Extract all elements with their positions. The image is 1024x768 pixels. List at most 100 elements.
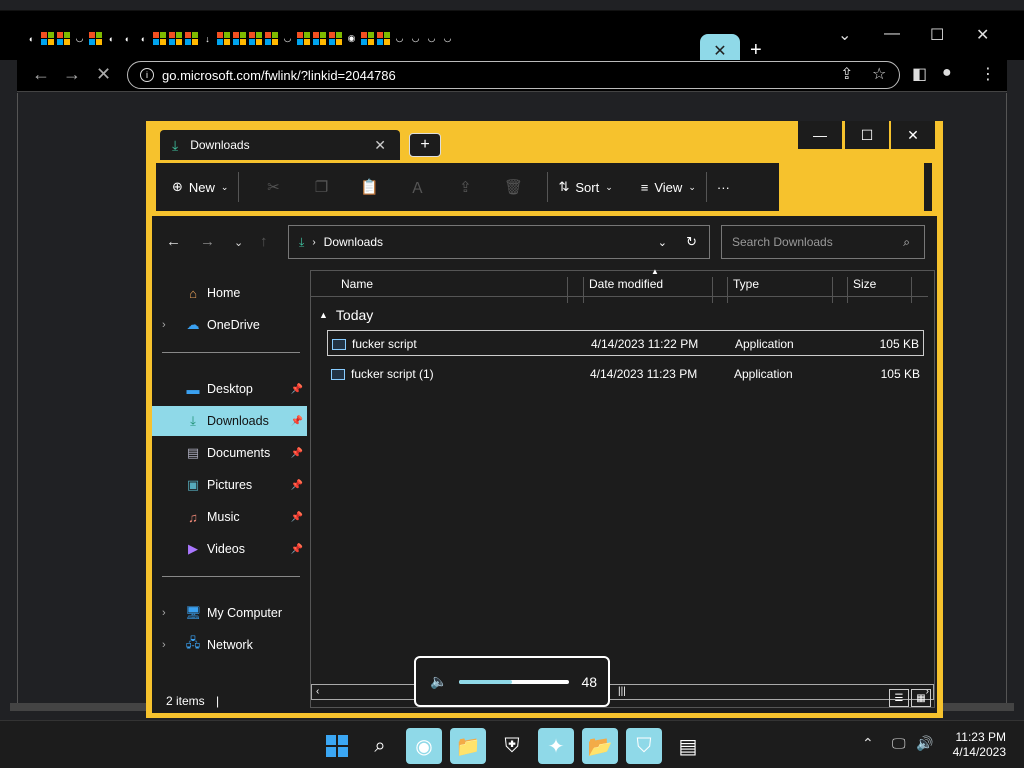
- file-row[interactable]: fucker script (1) 4/14/2023 11:23 PM App…: [327, 361, 924, 387]
- more-options-button[interactable]: ···: [717, 180, 730, 195]
- nav-item-onedrive[interactable]: › ☁ OneDrive: [152, 310, 307, 340]
- expand-chevron-icon[interactable]: ›: [162, 639, 166, 651]
- tab-favicon[interactable]: [56, 31, 71, 46]
- tab-search-icon[interactable]: ⌄: [838, 25, 851, 45]
- rename-icon[interactable]: Ａ: [393, 177, 441, 198]
- refresh-icon[interactable]: ↻: [686, 234, 697, 250]
- chrome-icon[interactable]: ◉: [406, 728, 442, 764]
- back-icon[interactable]: ←: [32, 64, 50, 85]
- view-button[interactable]: ≡ View ⌄: [641, 180, 696, 195]
- cut-icon[interactable]: ✂: [249, 178, 297, 196]
- tab-favicon[interactable]: [312, 31, 327, 46]
- recent-locations-icon[interactable]: ⌄: [234, 236, 243, 249]
- tab-favicon[interactable]: [248, 31, 263, 46]
- tab-favicon[interactable]: [152, 31, 167, 46]
- column-separator[interactable]: [911, 277, 912, 303]
- nav-item-downloads[interactable]: ⤓ Downloads 📌: [152, 406, 307, 436]
- tab-close-icon[interactable]: ✕: [713, 41, 726, 61]
- clock[interactable]: 11:23 PM 4/14/2023: [953, 730, 1006, 760]
- tab-favicon[interactable]: [264, 31, 279, 46]
- nav-item-videos[interactable]: ▶ Videos 📌: [152, 534, 307, 564]
- share-icon[interactable]: ⇪: [441, 178, 489, 196]
- tab-favicon[interactable]: ◐: [104, 31, 119, 46]
- up-icon[interactable]: ↑: [260, 233, 268, 250]
- tab-favicon[interactable]: ↓: [200, 31, 215, 46]
- shield-app-icon[interactable]: ⛉: [626, 728, 662, 764]
- column-header-name[interactable]: Name: [341, 277, 373, 291]
- tab-favicon[interactable]: [328, 31, 343, 46]
- bookmark-star-icon[interactable]: ☆: [872, 64, 886, 84]
- settings-app-icon[interactable]: ✦: [538, 728, 574, 764]
- close-button[interactable]: ✕: [891, 121, 935, 149]
- volume-slider[interactable]: [459, 679, 570, 684]
- search-icon[interactable]: ⌕: [362, 728, 398, 764]
- column-separator[interactable]: [567, 277, 568, 303]
- address-box[interactable]: ⤓ › Downloads ⌄ ↻: [288, 225, 710, 259]
- column-header-size[interactable]: Size: [853, 277, 876, 291]
- horizontal-scrollbar[interactable]: ‹ ||| ›: [311, 684, 934, 700]
- profile-avatar-icon[interactable]: ●: [942, 64, 952, 82]
- tab-close-icon[interactable]: ✕: [374, 137, 386, 154]
- tab-favicon[interactable]: ◉: [344, 31, 359, 46]
- nav-item-my-computer[interactable]: › 🖥 My Computer: [152, 598, 307, 628]
- new-tab-button[interactable]: +: [409, 133, 441, 157]
- side-panel-icon[interactable]: ◧: [912, 64, 927, 84]
- tab-favicon[interactable]: ◐: [136, 31, 151, 46]
- tab-favicon[interactable]: [40, 31, 55, 46]
- tab-favicon[interactable]: ◡: [408, 31, 423, 46]
- column-separator[interactable]: [727, 277, 728, 303]
- delete-icon[interactable]: 🗑: [489, 178, 537, 196]
- nav-item-music[interactable]: ♫ Music 📌: [152, 502, 307, 532]
- search-input[interactable]: Search Downloads ⌕: [721, 225, 925, 259]
- tab-favicon[interactable]: [184, 31, 199, 46]
- paste-icon[interactable]: 📋: [345, 178, 393, 196]
- tab-favicon[interactable]: ◐: [120, 31, 135, 46]
- tab-favicon[interactable]: [232, 31, 247, 46]
- share-icon[interactable]: ⇪: [840, 64, 853, 84]
- tiles-view-icon[interactable]: ▦: [911, 689, 931, 707]
- nav-item-home[interactable]: ⌂ Home: [152, 278, 307, 308]
- column-header-type[interactable]: Type: [733, 277, 759, 291]
- nav-item-network[interactable]: › 🖧 Network: [152, 630, 307, 660]
- tab-favicon[interactable]: [168, 31, 183, 46]
- tab-favicon[interactable]: ◡: [280, 31, 295, 46]
- copy-icon[interactable]: ❐: [297, 178, 345, 196]
- file-explorer-icon[interactable]: 📁: [450, 728, 486, 764]
- new-button[interactable]: ⊕ New ⌄: [172, 179, 228, 195]
- scroll-left-icon[interactable]: ‹: [316, 686, 319, 697]
- forward-icon[interactable]: →: [63, 64, 81, 85]
- tab-favicon[interactable]: ◡: [72, 31, 87, 46]
- tab-favicon[interactable]: ◡: [424, 31, 439, 46]
- stop-icon[interactable]: ✕: [96, 64, 111, 85]
- column-separator[interactable]: [847, 277, 848, 303]
- group-header-today[interactable]: ▲ Today: [319, 307, 373, 323]
- back-icon[interactable]: ←: [166, 233, 181, 250]
- close-icon[interactable]: ✕: [976, 25, 989, 45]
- column-header-date[interactable]: Date modified: [589, 277, 663, 291]
- show-hidden-icons-icon[interactable]: ⌃: [862, 735, 874, 752]
- file-row[interactable]: fucker script 4/14/2023 11:22 PM Applica…: [327, 330, 924, 356]
- explorer-tab[interactable]: ⤓ Downloads ✕: [160, 130, 400, 160]
- address-bar[interactable]: i go.microsoft.com/fwlink/?linkid=204478…: [127, 61, 900, 89]
- tab-favicon[interactable]: [88, 31, 103, 46]
- column-separator[interactable]: [583, 277, 584, 303]
- collapse-triangle-icon[interactable]: ▲: [319, 310, 328, 320]
- folder-app-icon[interactable]: 📂: [582, 728, 618, 764]
- new-tab-button[interactable]: +: [750, 39, 762, 62]
- tab-favicon[interactable]: [296, 31, 311, 46]
- expand-chevron-icon[interactable]: ›: [162, 607, 166, 619]
- nav-item-pictures[interactable]: ▣ Pictures 📌: [152, 470, 307, 500]
- sort-button[interactable]: ⇅ Sort ⌄: [558, 179, 612, 195]
- menu-icon[interactable]: ⋮: [980, 64, 996, 84]
- nav-item-documents[interactable]: ▤ Documents 📌: [152, 438, 307, 468]
- forward-icon[interactable]: →: [200, 233, 215, 250]
- site-info-icon[interactable]: i: [140, 68, 154, 82]
- details-view-icon[interactable]: ☰: [889, 689, 909, 707]
- maximize-button[interactable]: ☐: [845, 121, 889, 149]
- minimize-button[interactable]: —: [798, 121, 842, 149]
- maximize-icon[interactable]: ☐: [930, 25, 944, 45]
- address-dropdown-icon[interactable]: ⌄: [658, 236, 667, 249]
- column-separator[interactable]: [712, 277, 713, 303]
- tab-favicon[interactable]: [360, 31, 375, 46]
- security-shield-icon[interactable]: ⛨: [494, 728, 530, 764]
